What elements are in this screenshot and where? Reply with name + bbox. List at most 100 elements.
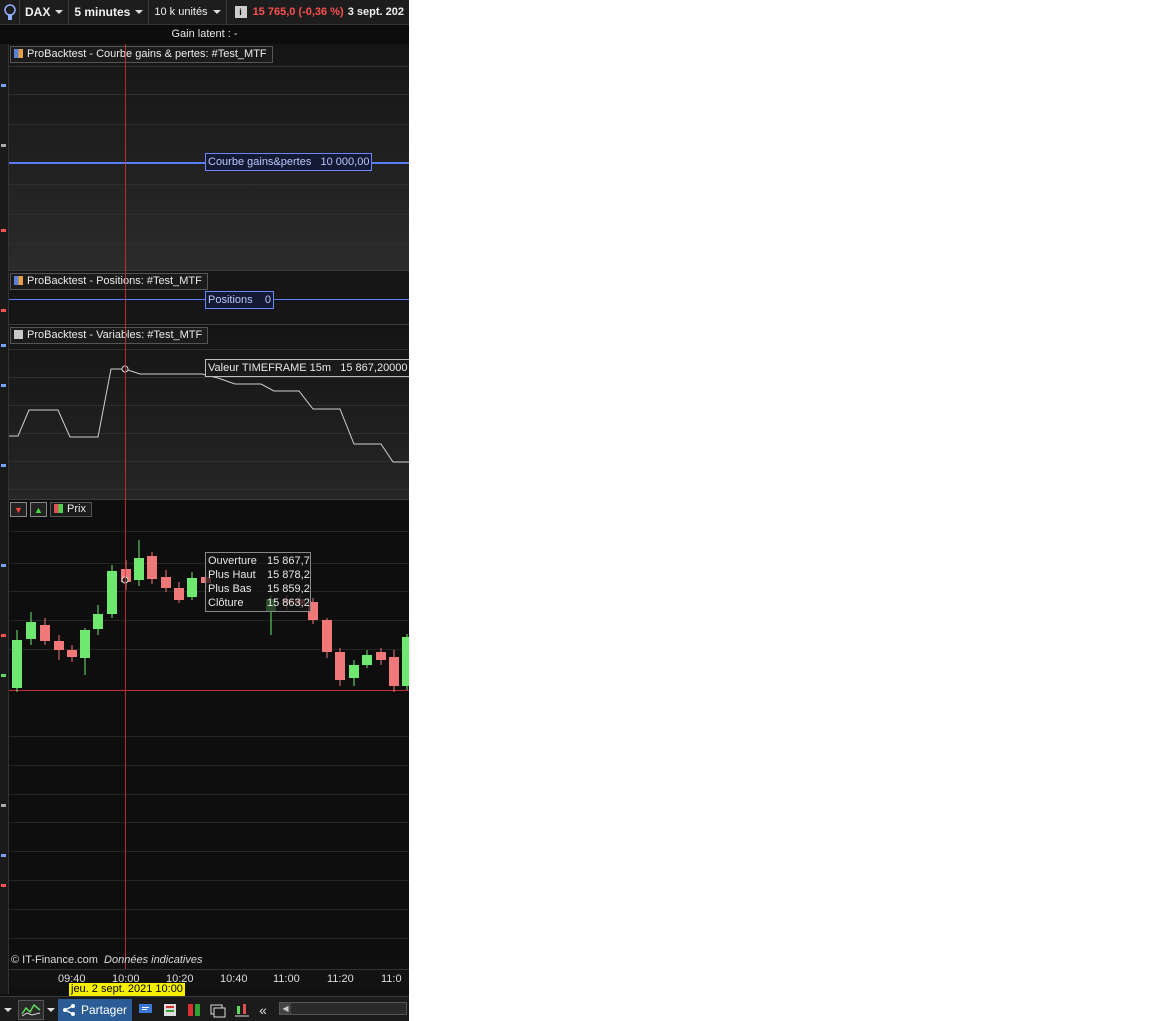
candle-down bbox=[147, 556, 157, 579]
positions-panel[interactable]: ProBacktest - Positions: #Test_MTF Posit… bbox=[9, 271, 409, 324]
ohlc-value: 15 863,2 bbox=[267, 597, 310, 609]
chevron-down-icon bbox=[135, 10, 144, 14]
candle-up bbox=[402, 637, 409, 686]
positions-label-name: Positions bbox=[208, 294, 253, 306]
candle-up bbox=[80, 630, 90, 658]
current-date: 3 sept. 202 bbox=[347, 6, 404, 18]
time-label: 11:0 bbox=[381, 973, 402, 985]
tool-marker[interactable] bbox=[1, 144, 6, 147]
tool-marker[interactable] bbox=[1, 854, 6, 857]
ohlc-key: Plus Haut bbox=[208, 569, 256, 581]
price-panel[interactable]: ▼ ▲ Prix Ouverture 15 867,7 Plus Haut 15 8… bbox=[9, 500, 409, 960]
candle-down bbox=[174, 588, 184, 600]
credit-source: © IT-Finance.com bbox=[11, 954, 98, 966]
pnl-curve-panel[interactable]: ProBacktest - Courbe gains & pertes: #Te… bbox=[9, 44, 409, 270]
dropdown-icon[interactable] bbox=[2, 1001, 14, 1019]
ohlc-row: Plus Haut 15 878,2 bbox=[206, 568, 310, 582]
candle-up bbox=[349, 665, 359, 678]
tool-marker[interactable] bbox=[1, 674, 6, 677]
grid-line bbox=[9, 94, 409, 95]
credit-note: Données indicatives bbox=[104, 954, 203, 966]
candle-down bbox=[322, 620, 332, 652]
tool-marker[interactable] bbox=[1, 564, 6, 567]
ohlc-value: 15 878,2 bbox=[267, 569, 310, 581]
pnl-label-name: Courbe gains&pertes bbox=[208, 156, 312, 168]
candle-down bbox=[54, 641, 64, 650]
crosshair-vertical-line bbox=[125, 44, 126, 969]
pnl-value-label: Courbe gains&pertes 10 000,00 bbox=[205, 153, 373, 171]
variables-panel[interactable]: ProBacktest - Variables: #Test_MTF Valeu… bbox=[9, 325, 409, 499]
candle-down bbox=[40, 625, 50, 641]
variable-value-label: Valeur TIMEFRAME 15m 15 867,20000 bbox=[205, 359, 409, 377]
panel-title-text: ProBacktest - Positions: #Test_MTF bbox=[27, 275, 202, 287]
sell-button[interactable]: ▼ bbox=[10, 502, 27, 517]
probuilder-chart-window: DAX 5 minutes 10 k unités i 15 765,0 (-0… bbox=[0, 0, 409, 1021]
time-label: 11:00 bbox=[273, 973, 300, 985]
candle-up bbox=[362, 655, 372, 665]
app-logo-icon[interactable] bbox=[0, 0, 20, 24]
buy-button[interactable]: ▲ bbox=[30, 502, 47, 517]
candle-down bbox=[389, 657, 399, 686]
ohlc-key: Plus Bas bbox=[208, 583, 252, 595]
grid-line bbox=[9, 66, 409, 67]
indicator-color-icon bbox=[14, 49, 23, 58]
info-icon[interactable]: i bbox=[234, 6, 247, 18]
panel-title-text: ProBacktest - Courbe gains & pertes: #Te… bbox=[27, 48, 267, 60]
panel-title[interactable]: Prix bbox=[50, 502, 92, 517]
candle-up bbox=[12, 640, 22, 688]
units-label: 10 k unités bbox=[154, 6, 208, 18]
gain-latent-bar: Gain latent : - bbox=[0, 25, 409, 44]
scroll-left-icon[interactable]: ◀ bbox=[280, 1003, 291, 1014]
ohlc-key: Ouverture bbox=[208, 555, 257, 567]
share-button[interactable]: Partager bbox=[58, 998, 133, 1021]
variable-label-value: 15 867,20000 bbox=[340, 362, 408, 374]
candle-up bbox=[93, 614, 103, 629]
drawing-tools-strip[interactable] bbox=[0, 44, 9, 994]
dropdown-icon[interactable] bbox=[46, 1001, 56, 1019]
tool-marker[interactable] bbox=[1, 344, 6, 347]
collapse-icon[interactable]: « bbox=[256, 1001, 270, 1019]
panel-title[interactable]: ProBacktest - Variables: #Test_MTF bbox=[10, 327, 209, 344]
tool-marker[interactable] bbox=[1, 229, 6, 232]
tool-marker[interactable] bbox=[1, 884, 6, 887]
timeframe-15m-line bbox=[9, 368, 409, 463]
candle-down bbox=[335, 652, 345, 680]
price-panel-controls: ▼ ▲ Prix bbox=[10, 502, 92, 517]
panel-title-text: ProBacktest - Variables: #Test_MTF bbox=[27, 329, 203, 341]
indicator-chart-icon[interactable] bbox=[18, 999, 44, 1020]
panel-title[interactable]: ProBacktest - Positions: #Test_MTF bbox=[10, 273, 208, 290]
ohlc-row: Ouverture 15 867,7 bbox=[206, 554, 310, 568]
ohlc-key: Clôture bbox=[208, 597, 244, 609]
candle-up bbox=[187, 578, 197, 597]
chat-icon[interactable] bbox=[136, 1001, 156, 1019]
tool-marker[interactable] bbox=[1, 804, 6, 807]
tool-marker[interactable] bbox=[1, 464, 6, 467]
timeframe-selector[interactable]: 5 minutes bbox=[69, 0, 150, 24]
positions-label-value: 0 bbox=[264, 294, 271, 306]
panel-title[interactable]: ProBacktest - Courbe gains & pertes: #Te… bbox=[10, 46, 273, 63]
window-layout-icon[interactable] bbox=[208, 1001, 228, 1019]
candle-down bbox=[67, 650, 77, 657]
units-selector[interactable]: 10 k unités bbox=[149, 0, 227, 24]
tool-marker[interactable] bbox=[1, 634, 6, 637]
timeframe-label: 5 minutes bbox=[74, 5, 131, 19]
tool-marker[interactable] bbox=[1, 84, 6, 87]
instrument-selector[interactable]: DAX bbox=[20, 0, 70, 24]
backtest-icon[interactable] bbox=[232, 1001, 252, 1019]
orders-list-icon[interactable] bbox=[160, 1001, 180, 1019]
time-label: 10:40 bbox=[220, 973, 248, 985]
tool-marker[interactable] bbox=[1, 384, 6, 387]
instrument-label: DAX bbox=[25, 5, 51, 19]
ohlc-value: 15 859,2 bbox=[267, 583, 310, 595]
bottom-toolbar: Partager « ◀ bbox=[0, 996, 409, 1021]
grid-line bbox=[9, 244, 409, 245]
share-icon bbox=[63, 1003, 75, 1016]
grid-line bbox=[9, 184, 409, 185]
trading-panel-icon[interactable] bbox=[184, 1001, 204, 1019]
ohlc-row: Plus Bas 15 859,2 bbox=[206, 582, 310, 596]
tool-marker[interactable] bbox=[1, 309, 6, 312]
candle-up bbox=[26, 622, 36, 639]
ohlc-value: 15 867,7 bbox=[267, 555, 310, 567]
chart-scrollbar[interactable]: ◀ bbox=[279, 1002, 407, 1015]
price-change: 15 765,0 (-0,36 %) bbox=[252, 6, 344, 18]
